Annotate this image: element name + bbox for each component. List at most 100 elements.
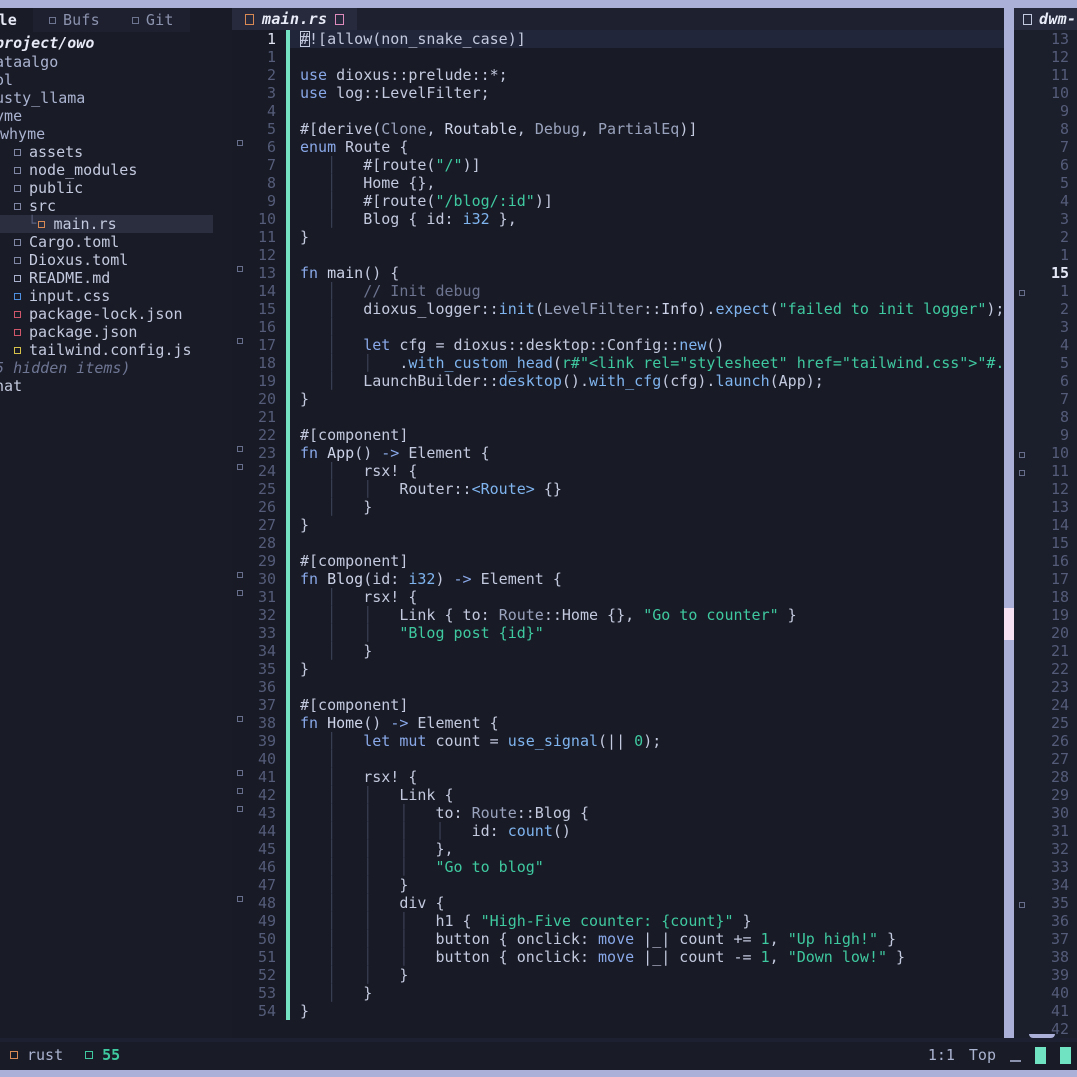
fold-marker-icon[interactable] [232, 588, 248, 606]
code-line[interactable]: 49 │ │ │ h1 { "High-Five counter: {count… [232, 912, 1004, 930]
code-line[interactable]: 30 fn Blog(id: i32) -> Element { [232, 570, 1004, 588]
tree-item-readme-md[interactable]: README.md [0, 269, 232, 287]
code-line[interactable]: 2 use dioxus::prelude::*; [232, 66, 1004, 84]
code-line[interactable]: 32 │ │ Link { to: Route::Home {}, "Go to… [232, 606, 1004, 624]
code-line[interactable]: 38 fn Home() -> Element { [232, 714, 1004, 732]
tree-item-lol[interactable]: lol [0, 71, 232, 89]
code-line[interactable]: 28 [232, 534, 1004, 552]
code-line[interactable]: 37 #[component] [232, 696, 1004, 714]
fold-marker-icon[interactable] [232, 570, 248, 588]
code-line[interactable]: 27} [232, 516, 1004, 534]
tree-item-node-modules[interactable]: node_modules [0, 161, 232, 179]
code-line[interactable]: 31 │ rsx! { [232, 588, 1004, 606]
status-line-count[interactable]: 55 [85, 1046, 120, 1064]
code-line[interactable]: 23 fn App() -> Element { [232, 444, 1004, 462]
code-line[interactable]: 47 │ │ } [232, 876, 1004, 894]
tree-item-dioxus-toml[interactable]: Dioxus.toml [0, 251, 232, 269]
code-line[interactable]: 42 │ │ Link { [232, 786, 1004, 804]
code-line[interactable]: 12 [232, 246, 1004, 264]
explorer-tab-file[interactable]: File [0, 8, 33, 32]
fold-marker-icon[interactable] [1014, 282, 1030, 300]
code-line[interactable]: 19 │ LaunchBuilder::desktop().with_cfg(c… [232, 372, 1004, 390]
code-line[interactable]: 10 │ Blog { id: i32 }, [232, 210, 1004, 228]
tree-item-package-lock-json[interactable]: package-lock.json [0, 305, 232, 323]
code-line[interactable]: 21 [232, 408, 1004, 426]
fold-marker-icon[interactable] [232, 138, 248, 156]
code-line[interactable]: 1 [232, 48, 1004, 66]
editor-scrollbar-thumb[interactable] [1004, 608, 1014, 640]
code-line[interactable]: 13 fn main() { [232, 264, 1004, 282]
fold-marker-icon[interactable] [1014, 894, 1030, 912]
code-line[interactable]: 6 enum Route { [232, 138, 1004, 156]
code-line[interactable]: 25 │ │ Router::<Route> {} [232, 480, 1004, 498]
tree-item-main-rs[interactable]: └ main.rs [0, 215, 213, 233]
code-line[interactable]: 41 │ rsx! { [232, 768, 1004, 786]
code-line[interactable]: 54} [232, 1002, 1004, 1020]
tree-item-package-json[interactable]: package.json [0, 323, 232, 341]
code-line[interactable]: 17 │ let cfg = dioxus::desktop::Config::… [232, 336, 1004, 354]
code-line[interactable]: 9 │ #[route("/blog/:id")] [232, 192, 1004, 210]
tree-item-input-css[interactable]: input.css [0, 287, 232, 305]
code-area[interactable]: 1 #![allow(non_snake_case)] 1 2 use dioxus::… [232, 30, 1004, 1038]
fold-marker-icon[interactable] [232, 462, 248, 480]
code-line[interactable]: 7 │ #[route("/")] [232, 156, 1004, 174]
code-line[interactable]: 39 │ let mut count = use_signal(|| 0); [232, 732, 1004, 750]
fold-marker-icon[interactable] [232, 336, 248, 354]
editor-scrollbar-track[interactable] [1004, 0, 1014, 1038]
hidden-items-row[interactable]: (5 hidden items) [0, 359, 232, 377]
code-line[interactable]: 24 │ rsx! { [232, 462, 1004, 480]
code-line[interactable]: 4 [232, 102, 1004, 120]
code-line[interactable]: 22 #[component] [232, 426, 1004, 444]
explorer-trailing-row[interactable]: what [0, 377, 232, 395]
tree-item-rusty-llama[interactable]: rusty_llama [0, 89, 232, 107]
code-line[interactable]: 44 │ │ │ │ id: count() [232, 822, 1004, 840]
code-line[interactable]: 3 use log::LevelFilter; [232, 84, 1004, 102]
secondary-editor-tabbar[interactable]: dwm- [1014, 8, 1077, 30]
fold-marker-icon[interactable] [1014, 444, 1030, 462]
code-line[interactable]: 36 [232, 678, 1004, 696]
fold-marker-icon[interactable] [232, 264, 248, 282]
code-line[interactable]: 45 │ │ │ }, [232, 840, 1004, 858]
fold-marker-icon[interactable] [232, 804, 248, 822]
tree-item-public[interactable]: public [0, 179, 232, 197]
code-line[interactable]: 26 │ } [232, 498, 1004, 516]
tree-item-src[interactable]: src [0, 197, 232, 215]
code-line[interactable]: 34 │ } [232, 642, 1004, 660]
fold-marker-icon[interactable] [232, 768, 248, 786]
code-line[interactable]: 50 │ │ │ button { onclick: move |_| coun… [232, 930, 1004, 948]
fold-marker-icon[interactable] [232, 444, 248, 462]
code-line[interactable]: 33 │ │ "Blog post {id}" [232, 624, 1004, 642]
status-language[interactable]: rust [10, 1046, 63, 1064]
tree-item-assets[interactable]: assets [0, 143, 232, 161]
code-line[interactable]: 15 │ dioxus_logger::init(LevelFilter::In… [232, 300, 1004, 318]
code-line[interactable]: 51 │ │ │ button { onclick: move |_| coun… [232, 948, 1004, 966]
code-line[interactable]: 53 │ } [232, 984, 1004, 1002]
explorer-tab-bufs[interactable]: Bufs [32, 8, 116, 32]
tree-item-tailwind-config-js[interactable]: tailwind.config.js [0, 341, 232, 359]
code-line[interactable]: 40 │ [232, 750, 1004, 768]
fold-marker-icon[interactable] [232, 714, 248, 732]
fold-marker-icon[interactable] [232, 894, 248, 912]
code-line[interactable]: 35} [232, 660, 1004, 678]
code-line[interactable]: 52 │ │ } [232, 966, 1004, 984]
code-line[interactable]: 18 │ │ .with_custom_head(r#"<link rel="s… [232, 354, 1004, 372]
code-line[interactable]: 11} [232, 228, 1004, 246]
code-line[interactable]: 14 │ // Init debug [232, 282, 1004, 300]
tree-item-dataalgo[interactable]: dataalgo [0, 53, 232, 71]
code-line[interactable]: 8 │ Home {}, [232, 174, 1004, 192]
file-tree[interactable]: dataalgololrusty_llamarymewhymeassetsnod… [0, 53, 232, 359]
explorer-tab-git[interactable]: Git [115, 8, 190, 32]
code-line[interactable]: 1 #![allow(non_snake_case)] [232, 30, 1004, 48]
fold-marker-icon[interactable] [232, 786, 248, 804]
fold-marker-icon[interactable] [1014, 462, 1030, 480]
code-line[interactable]: 48 │ │ div { [232, 894, 1004, 912]
code-line[interactable]: 16 │ [232, 318, 1004, 336]
tree-item-whyme[interactable]: whyme [0, 125, 232, 143]
tab-main-rs[interactable]: main.rs [232, 8, 358, 30]
code-line[interactable]: 46 │ │ │ "Go to blog" [232, 858, 1004, 876]
tree-item-cargo-toml[interactable]: Cargo.toml [0, 233, 232, 251]
code-line[interactable]: 43 │ │ │ to: Route::Blog { [232, 804, 1004, 822]
code-line[interactable]: 20} [232, 390, 1004, 408]
code-line[interactable]: 5 #[derive(Clone, Routable, Debug, Partia… [232, 120, 1004, 138]
code-line[interactable]: 29 #[component] [232, 552, 1004, 570]
